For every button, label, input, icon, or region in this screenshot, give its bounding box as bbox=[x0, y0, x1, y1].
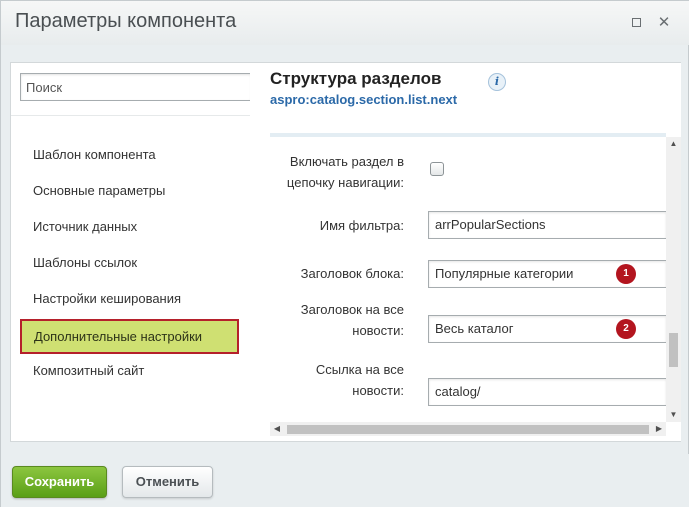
search-divider bbox=[11, 115, 251, 116]
field-label-all-news-title: Заголовок на все новости: bbox=[301, 299, 404, 341]
horizontal-scroll-thumb[interactable] bbox=[287, 425, 649, 434]
save-button[interactable]: Сохранить bbox=[12, 466, 107, 498]
field-label-line: новости: bbox=[352, 323, 404, 338]
scroll-down-icon[interactable]: ▼ bbox=[666, 408, 681, 422]
include-in-breadcrumb-checkbox[interactable] bbox=[430, 162, 444, 176]
scroll-right-icon[interactable]: ▶ bbox=[652, 422, 666, 436]
field-label-line: Заголовок на все bbox=[300, 302, 404, 317]
annotation-badge-2: 2 bbox=[616, 319, 636, 339]
all-news-link-input[interactable]: catalog/ bbox=[428, 378, 666, 406]
sidebar: Шаблон компонента Основные параметры Ист… bbox=[10, 62, 251, 442]
dialog-footer: Сохранить Отменить bbox=[1, 454, 689, 507]
sidebar-item-additional-settings[interactable]: Дополнительные настройки bbox=[20, 319, 239, 354]
field-label-all-news-link: Ссылка на все новости: bbox=[316, 359, 404, 401]
field-label-include-in-breadcrumb: Включать раздел в цепочку навигации: bbox=[287, 151, 404, 193]
field-label-block-title: Заголовок блока: bbox=[300, 266, 404, 281]
search-input[interactable] bbox=[20, 73, 251, 101]
sidebar-item-data-source[interactable]: Источник данных bbox=[33, 216, 137, 238]
filter-name-input[interactable]: arrPopularSections bbox=[428, 211, 666, 239]
scroll-left-icon[interactable]: ◀ bbox=[270, 422, 284, 436]
settings-scroll-area: Включать раздел в цепочку навигации: Имя… bbox=[270, 137, 666, 422]
vertical-scroll-thumb[interactable] bbox=[669, 333, 678, 367]
field-label-line: Ссылка на все bbox=[315, 362, 404, 377]
sidebar-item-cache-settings[interactable]: Настройки кеширования bbox=[33, 288, 181, 310]
component-parameters-dialog: Параметры компонента ✕ Шаблон компонента… bbox=[0, 0, 689, 507]
cancel-button[interactable]: Отменить bbox=[122, 466, 213, 498]
scroll-up-icon[interactable]: ▲ bbox=[666, 137, 681, 151]
title-bar[interactable]: Параметры компонента ✕ bbox=[1, 1, 689, 45]
close-icon[interactable]: ✕ bbox=[657, 15, 671, 30]
sidebar-item-main-parameters[interactable]: Основные параметры bbox=[33, 180, 165, 202]
field-label-filter-name: Имя фильтра: bbox=[319, 218, 404, 233]
field-label-line: Включать раздел в bbox=[289, 154, 404, 169]
annotation-badge-1: 1 bbox=[616, 264, 636, 284]
info-icon[interactable]: i bbox=[488, 73, 506, 91]
sidebar-item-composite-site[interactable]: Композитный сайт bbox=[33, 360, 144, 382]
sidebar-item-component-template[interactable]: Шаблон компонента bbox=[33, 144, 156, 166]
field-label-line: новости: bbox=[352, 383, 404, 398]
dialog-title: Параметры компонента bbox=[15, 10, 237, 32]
horizontal-scrollbar[interactable]: ◀ ▶ bbox=[270, 422, 666, 436]
vertical-scrollbar[interactable]: ▲ ▼ bbox=[666, 137, 681, 422]
maximize-icon[interactable] bbox=[629, 16, 643, 30]
component-code: aspro:catalog.section.list.next bbox=[270, 92, 458, 107]
sidebar-item-link-templates[interactable]: Шаблоны ссылок bbox=[33, 252, 137, 274]
field-label-line: цепочку навигации: bbox=[286, 175, 404, 190]
main-panel: Структура разделов aspro:catalog.section… bbox=[250, 62, 681, 442]
section-title: Структура разделов bbox=[270, 69, 442, 88]
